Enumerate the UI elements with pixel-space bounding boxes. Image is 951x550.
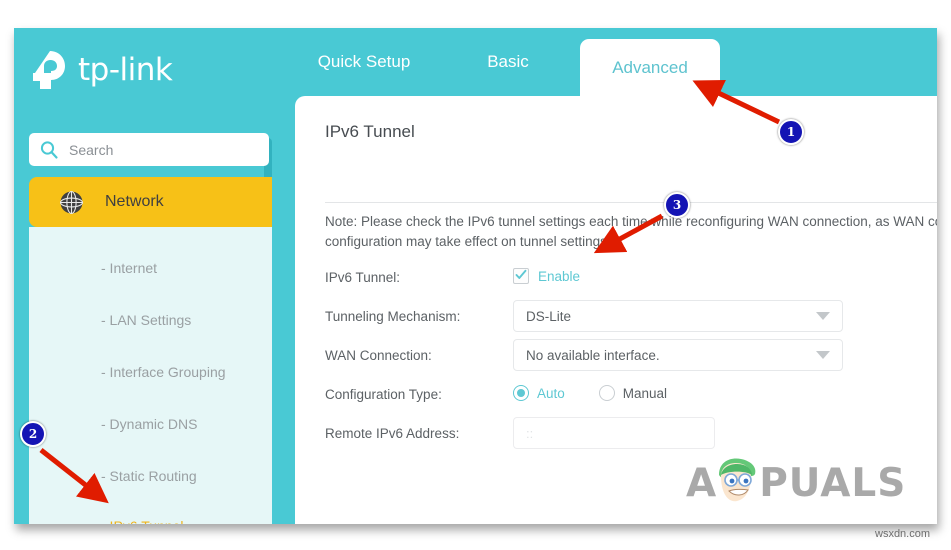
chevron-down-icon <box>816 312 830 320</box>
sidebar-item-dynamic-dns[interactable]: - Dynamic DNS <box>101 416 197 432</box>
sidebar-network-label: Network <box>105 193 164 210</box>
label-remote-ipv6-address: Remote IPv6 Address: <box>325 426 460 441</box>
search-placeholder: Search <box>69 141 114 158</box>
brand-logo[interactable]: tp-link <box>30 44 260 96</box>
wan-connection-value: No available interface. <box>526 347 660 363</box>
tab-basic[interactable]: Basic <box>453 28 563 96</box>
ipv6-tunnel-enable-checkbox[interactable]: Enable <box>513 268 580 284</box>
tab-bar: Quick Setup Basic Advanced <box>273 28 937 96</box>
remote-ipv6-address-input[interactable]: :: <box>513 417 715 449</box>
label-wan-connection: WAN Connection: <box>325 348 432 363</box>
sidebar-item-interface-grouping[interactable]: - Interface Grouping <box>101 364 226 380</box>
checkbox-label-enable: Enable <box>538 268 581 284</box>
radio-manual-icon[interactable] <box>598 385 615 401</box>
sidebar-item-network[interactable]: Network <box>29 177 272 227</box>
brand-name: tp-link <box>78 52 173 88</box>
search-input[interactable]: Search <box>29 133 269 166</box>
tunneling-mechanism-select[interactable]: DS-Lite <box>513 300 843 332</box>
tp-link-logo-icon <box>30 49 70 91</box>
screenshot-root: tp-link Search Network - Internet - LAN … <box>0 0 951 550</box>
page-title: IPv6 Tunnel <box>325 122 415 141</box>
label-ipv6-tunnel: IPv6 Tunnel: <box>325 270 401 285</box>
search-icon <box>39 140 59 160</box>
sidebar-item-lan-settings[interactable]: - LAN Settings <box>101 312 191 328</box>
sidebar-item-ipv6-tunnel[interactable]: - IPv6 Tunnel <box>101 518 184 524</box>
globe-icon <box>59 190 84 215</box>
tab-quick-setup[interactable]: Quick Setup <box>294 28 434 96</box>
sidebar-submenu: - Internet - LAN Settings - Interface Gr… <box>29 227 272 524</box>
radio-label-auto[interactable]: Auto <box>537 386 565 401</box>
sidebar-item-internet[interactable]: - Internet <box>101 260 157 276</box>
watermark-domain: wsxdn.com <box>875 528 931 540</box>
title-divider <box>325 202 937 203</box>
remote-ipv6-address-placeholder: :: <box>526 425 534 441</box>
settings-panel: IPv6 Tunnel Note: Please check the IPv6 … <box>295 96 937 524</box>
radio-label-manual[interactable]: Manual <box>623 386 667 401</box>
configuration-type-radio-group: Auto Manual <box>513 385 667 401</box>
content-region: Quick Setup Basic Advanced IPv6 Tunnel N… <box>273 28 937 524</box>
label-configuration-type: Configuration Type: <box>325 387 442 402</box>
wan-connection-select[interactable]: No available interface. <box>513 339 843 371</box>
label-tunneling-mechanism: Tunneling Mechanism: <box>325 309 461 324</box>
radio-auto-icon[interactable] <box>513 385 529 401</box>
chevron-down-icon <box>816 351 830 359</box>
checkbox-icon[interactable] <box>513 268 529 284</box>
note-line-1: Note: Please check the IPv6 tunnel setti… <box>325 214 937 229</box>
router-admin-window: tp-link Search Network - Internet - LAN … <box>14 28 937 524</box>
sidebar-item-static-routing[interactable]: - Static Routing <box>101 468 197 484</box>
note-text: Note: Please check the IPv6 tunnel setti… <box>325 212 937 252</box>
note-line-2: configuration may take effect on tunnel … <box>325 234 611 249</box>
tab-advanced[interactable]: Advanced <box>580 39 720 96</box>
tunneling-mechanism-value: DS-Lite <box>526 308 572 324</box>
